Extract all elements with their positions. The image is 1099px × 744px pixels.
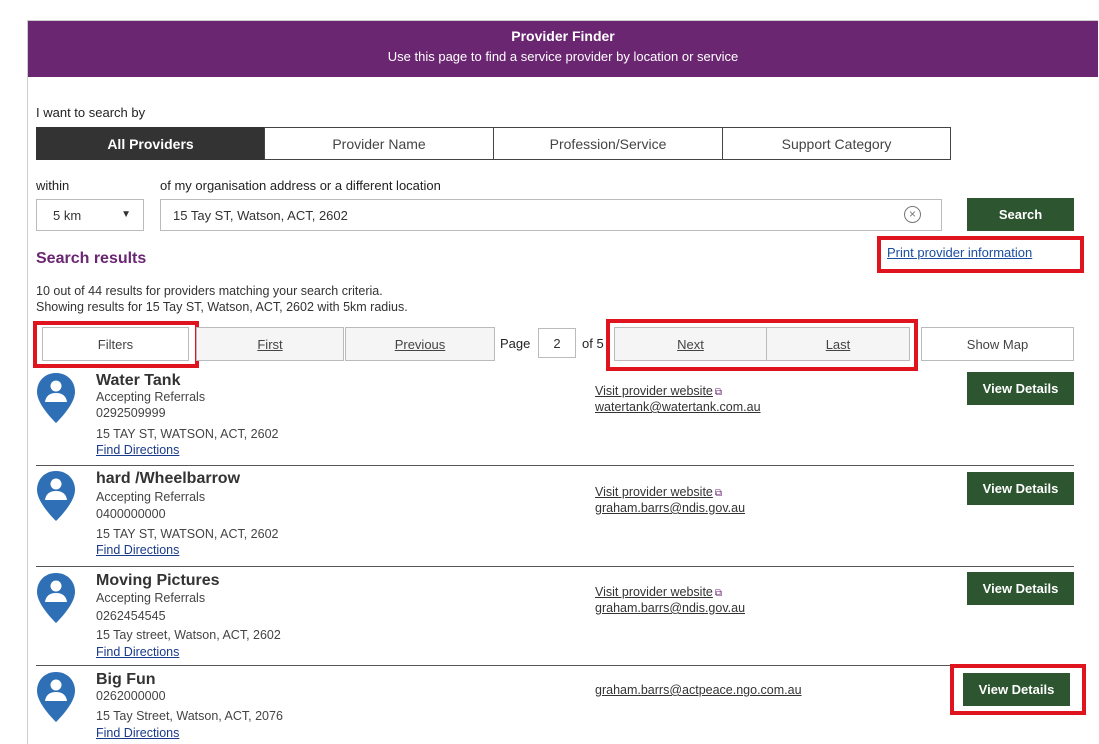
- provider-row: hard /Wheelbarrow Accepting Referrals 04…: [36, 470, 1074, 560]
- website-link-label: Visit provider website: [595, 485, 713, 499]
- find-directions-link[interactable]: Find Directions: [96, 645, 179, 659]
- provider-website-link[interactable]: Visit provider website ⧉: [595, 485, 722, 499]
- radius-value: 5 km: [53, 207, 82, 223]
- website-link-label: Visit provider website: [595, 585, 713, 599]
- caret-down-icon: ▼: [121, 209, 131, 220]
- highlight-print-link: [877, 236, 1084, 273]
- clear-circle-icon[interactable]: ×: [904, 206, 921, 223]
- provider-address: 15 TAY ST, WATSON, ACT, 2602: [96, 427, 279, 441]
- page-title: Provider Finder: [511, 28, 615, 44]
- row-divider: [36, 665, 1074, 666]
- provider-row: Water Tank Accepting Referrals 029250999…: [36, 372, 1074, 462]
- provider-email-link[interactable]: graham.barrs@ndis.gov.au: [595, 601, 745, 615]
- provider-email-link[interactable]: watertank@watertank.com.au: [595, 400, 761, 414]
- person-location-pin-icon: [37, 373, 75, 423]
- external-link-icon: ⧉: [714, 488, 723, 499]
- tab-profession-service[interactable]: Profession/Service: [493, 127, 723, 160]
- website-link-label: Visit provider website: [595, 384, 713, 398]
- provider-name: Water Tank: [96, 372, 181, 389]
- previous-page-button[interactable]: Previous: [345, 327, 495, 361]
- external-link-icon: ⧉: [714, 588, 723, 599]
- view-details-button[interactable]: View Details: [967, 572, 1074, 605]
- location-label: of my organisation address or a differen…: [160, 178, 441, 193]
- provider-row: Moving Pictures Accepting Referrals 0262…: [36, 572, 1074, 662]
- provider-email-link[interactable]: graham.barrs@actpeace.ngo.com.au: [595, 683, 802, 697]
- external-link-icon: ⧉: [714, 387, 723, 398]
- highlight-view-details: [950, 664, 1086, 715]
- radius-select[interactable]: 5 km ▼: [36, 199, 144, 231]
- search-results-heading: Search results: [36, 250, 147, 267]
- page-subtitle: Use this page to find a service provider…: [387, 49, 739, 64]
- first-page-button[interactable]: First: [196, 327, 344, 361]
- person-location-pin-icon: [37, 471, 75, 521]
- page-header: Provider Finder Use this page to find a …: [28, 21, 1098, 77]
- within-label: within: [36, 178, 70, 193]
- find-directions-link[interactable]: Find Directions: [96, 543, 179, 557]
- show-map-button[interactable]: Show Map: [921, 327, 1074, 361]
- results-location-text: Showing results for 15 Tay ST, Watson, A…: [36, 300, 408, 314]
- provider-name: hard /Wheelbarrow: [96, 470, 241, 487]
- row-divider: [36, 566, 1074, 567]
- location-input[interactable]: 15 Tay ST, Watson, ACT, 2602 ×: [160, 199, 942, 231]
- tab-support-category[interactable]: Support Category: [722, 127, 951, 160]
- provider-address: 15 TAY ST, WATSON, ACT, 2602: [96, 527, 279, 541]
- results-summary: 10 out of 44 results for providers match…: [36, 283, 408, 315]
- location-value: 15 Tay ST, Watson, ACT, 2602: [173, 207, 348, 223]
- search-by-label: I want to search by: [36, 105, 146, 120]
- find-directions-link[interactable]: Find Directions: [96, 726, 179, 740]
- tab-provider-name[interactable]: Provider Name: [264, 127, 494, 160]
- provider-website-link[interactable]: Visit provider website ⧉: [595, 585, 722, 599]
- provider-row: Big Fun 0262000000 15 Tay Street, Watson…: [36, 671, 1074, 744]
- provider-status: Accepting Referrals: [96, 591, 206, 605]
- highlight-next-last: [606, 319, 918, 371]
- row-divider: [36, 465, 1074, 466]
- view-details-button[interactable]: View Details: [967, 372, 1074, 405]
- provider-website-link[interactable]: Visit provider website ⧉: [595, 384, 722, 398]
- find-directions-link[interactable]: Find Directions: [96, 443, 179, 457]
- provider-phone: 0262000000: [96, 689, 166, 703]
- provider-address: 15 Tay street, Watson, ACT, 2602: [96, 628, 281, 642]
- provider-name: Big Fun: [96, 671, 156, 688]
- person-location-pin-icon: [37, 672, 75, 722]
- person-location-pin-icon: [37, 573, 75, 623]
- provider-email-link[interactable]: graham.barrs@ndis.gov.au: [595, 501, 745, 515]
- tab-all-providers[interactable]: All Providers: [36, 127, 265, 160]
- provider-status: Accepting Referrals: [96, 390, 206, 404]
- provider-address: 15 Tay Street, Watson, ACT, 2076: [96, 709, 283, 723]
- page-number-input[interactable]: 2: [538, 328, 576, 358]
- provider-phone: 0262454545: [96, 609, 166, 623]
- page-label: Page: [500, 336, 531, 351]
- provider-status: Accepting Referrals: [96, 490, 206, 504]
- provider-phone: 0400000000: [96, 507, 166, 521]
- search-button[interactable]: Search: [967, 198, 1074, 231]
- provider-name: Moving Pictures: [96, 572, 220, 589]
- provider-phone: 0292509999: [96, 406, 166, 420]
- highlight-filters: [33, 321, 199, 368]
- results-count-text: 10 out of 44 results for providers match…: [36, 284, 383, 298]
- view-details-button[interactable]: View Details: [967, 472, 1074, 505]
